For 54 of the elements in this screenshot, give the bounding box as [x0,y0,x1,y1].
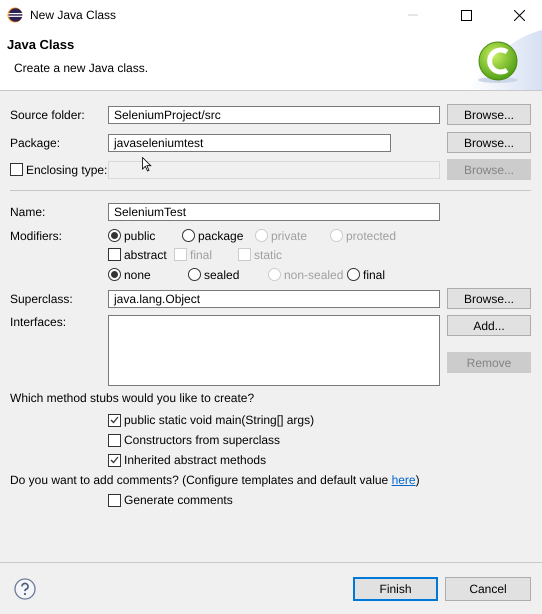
wizard-title: Java Class [7,37,76,52]
field-label: Name: [10,205,46,219]
checkbox-label: Constructors from superclass [124,433,280,447]
checkbox[interactable] [108,454,121,466]
wizard-description: Create a new Java class. [13,61,150,75]
checkbox-label: public static void main(String[] args) [124,413,314,427]
checkbox[interactable] [108,248,121,261]
radio-label: protected [346,228,396,242]
field-label: Interfaces: [10,315,68,329]
checkbox-label: Generate comments [124,493,233,507]
field-label: Modifiers: [10,228,64,242]
close-icon [514,10,524,20]
checkbox-label: Inherited abstract methods [124,453,266,467]
radio-button[interactable] [182,229,195,242]
finish-button[interactable]: Finish [353,576,438,600]
checkbox[interactable] [108,434,121,446]
radio-label: none [124,268,151,282]
superclass-field[interactable]: java.lang.Object [108,290,440,308]
radio-button[interactable] [347,268,360,281]
mouse-cursor-icon [142,157,152,172]
field-label: Superclass: [10,292,74,306]
field-label: Source folder: [10,108,86,122]
checkbox-label: abstract [124,248,167,262]
maximize-icon [460,10,472,20]
radio-label: package [198,228,244,242]
radio-label: private [271,228,308,242]
interfaces-list[interactable] [108,315,440,386]
name-field[interactable]: SeleniumTest [108,203,440,221]
help-icon[interactable] [14,578,36,600]
checkbox-label: final [190,248,212,262]
radio-button[interactable] [108,229,121,242]
cancel-button[interactable]: Cancel [445,576,531,600]
checkbox[interactable] [108,414,121,426]
checkbox[interactable] [108,494,121,506]
stubs-question: Which method stubs would you like to create? [10,390,256,406]
radio-label: final [363,268,386,282]
checkbox-label: static [254,248,282,262]
eclipse-logo-icon [7,7,23,23]
browse-button[interactable]: Browse... [447,132,531,153]
add-button[interactable]: Add... [447,315,531,336]
window-title: New Java Class [30,8,118,22]
package-field[interactable]: javaseleniumtest [108,134,391,152]
checkbox-label: Enclosing type: [26,162,108,176]
comments-question: Do you want to add comments? (Configure templates and default value here) [10,473,420,487]
browse-button[interactable]: Browse... [447,104,531,125]
radio-label: public [124,228,156,242]
radio-label: non-sealed [284,268,344,282]
templates-link[interactable]: here [392,473,416,487]
radio-button[interactable] [108,268,121,281]
radio-button[interactable] [188,268,201,281]
browse-button[interactable]: Browse... [447,288,531,309]
radio-label: sealed [204,268,240,282]
field-label: Package: [10,136,62,150]
source-folder-field[interactable]: SeleniumProject/src [108,106,440,124]
